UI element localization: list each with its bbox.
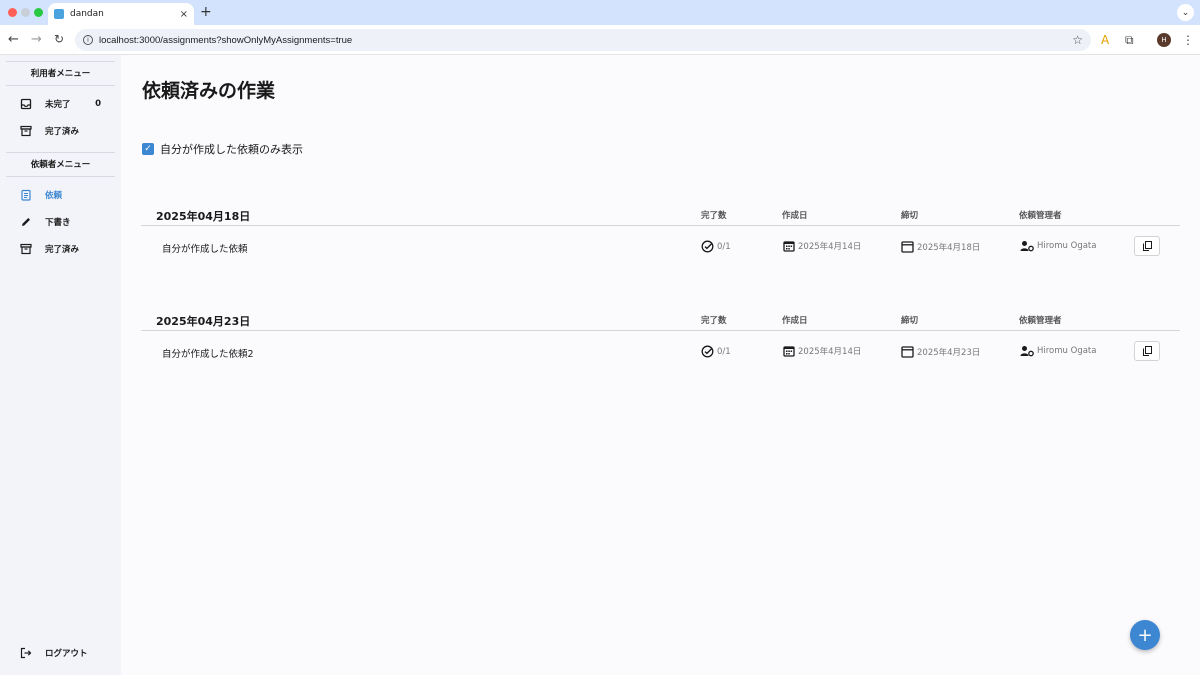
tab-close-button[interactable]: ×	[180, 9, 188, 20]
sidebar-item-incomplete[interactable]: 未完了 0	[0, 90, 121, 117]
inbox-icon	[20, 98, 32, 110]
copy-button[interactable]	[1134, 341, 1160, 361]
tab-search-chevron-icon[interactable]: ⌄	[1177, 4, 1194, 21]
calendar-icon	[783, 346, 795, 357]
column-completed: 完了数	[701, 316, 727, 326]
completed-count: 0/1	[717, 241, 731, 252]
filter-checkbox[interactable]: ✓	[142, 143, 154, 155]
browser-toolbar: ← → ↻ i localhost:3000/assignments?showO…	[0, 25, 1200, 55]
created-cell: 2025年4月14日	[783, 345, 861, 357]
new-tab-button[interactable]: +	[200, 4, 212, 20]
browser-tab[interactable]: dandan ×	[48, 3, 194, 25]
sidebar-item-drafts[interactable]: 下書き	[0, 208, 121, 235]
column-manager: 依頼管理者	[1019, 316, 1062, 326]
manager-name: Hiromu Ogata	[1037, 346, 1097, 356]
archive-icon	[20, 125, 32, 137]
filter-label: 自分が作成した依頼のみ表示	[160, 143, 303, 156]
pencil-icon	[20, 216, 32, 228]
archive-icon	[20, 243, 32, 255]
sidebar-item-requests[interactable]: 依頼	[0, 181, 121, 208]
deadline-group: 2025年04月18日 完了数 作成日 締切 依頼管理者 自分が作成した依頼 0…	[141, 206, 1180, 266]
group-header: 2025年04月23日 完了数 作成日 締切 依頼管理者	[141, 311, 1180, 331]
my-requests-filter[interactable]: ✓ 自分が作成した依頼のみ表示	[142, 141, 303, 157]
page-title: 依頼済みの作業	[142, 80, 276, 102]
column-completed: 完了数	[701, 211, 727, 221]
extensions-puzzle-icon[interactable]: ⧉	[1125, 33, 1134, 48]
back-arrow-icon[interactable]: ←	[8, 32, 19, 47]
calendar-icon	[783, 241, 795, 252]
deadline-group: 2025年04月23日 完了数 作成日 締切 依頼管理者 自分が作成した依頼2 …	[141, 311, 1180, 371]
manage-accounts-icon	[1020, 241, 1034, 252]
sidebar: 利用者メニュー 未完了 0 完了済み 依頼者メニュー 依頼 下書き 完了済み ロ…	[0, 55, 121, 675]
favicon-icon	[54, 9, 64, 19]
manage-accounts-icon	[1020, 346, 1034, 357]
requester-menu-header: 依頼者メニュー	[6, 153, 115, 177]
column-manager: 依頼管理者	[1019, 211, 1062, 221]
completed-cell: 0/1	[701, 345, 731, 358]
created-date: 2025年4月14日	[798, 242, 862, 252]
add-request-button[interactable]: +	[1130, 620, 1160, 650]
sidebar-item-label: 依頼	[45, 190, 63, 201]
table-row[interactable]: 自分が作成した依頼 0/1 2025年4月14日 2025年4月18日 Hiro…	[141, 226, 1180, 266]
logout-button[interactable]: ログアウト	[0, 639, 121, 666]
sidebar-item-label: 下書き	[45, 217, 71, 228]
check-circle-icon	[701, 240, 714, 253]
tab-title: dandan	[70, 9, 104, 19]
completed-cell: 0/1	[701, 240, 731, 253]
table-row[interactable]: 自分が作成した依頼2 0/1 2025年4月14日 2025年4月23日 Hir…	[141, 331, 1180, 371]
column-created: 作成日	[782, 316, 808, 326]
created-cell: 2025年4月14日	[783, 240, 861, 252]
manager-cell: Hiromu Ogata	[1020, 240, 1096, 252]
bookmark-star-icon[interactable]: ☆	[1072, 33, 1083, 47]
window-close-button[interactable]	[8, 8, 17, 17]
calendar-outline-icon	[901, 241, 914, 253]
created-date: 2025年4月14日	[798, 347, 862, 357]
completed-count: 0/1	[717, 346, 731, 357]
check-circle-icon	[701, 345, 714, 358]
group-date: 2025年04月18日	[156, 210, 251, 223]
calendar-outline-icon	[901, 346, 914, 358]
group-header: 2025年04月18日 完了数 作成日 締切 依頼管理者	[141, 206, 1180, 226]
window-maximize-button[interactable]	[34, 8, 43, 17]
extension-a-icon[interactable]: A	[1101, 33, 1109, 47]
sidebar-item-label: 完了済み	[45, 126, 80, 137]
manager-cell: Hiromu Ogata	[1020, 345, 1096, 357]
deadline-date: 2025年4月18日	[917, 242, 981, 253]
main-content: 依頼済みの作業 ✓ 自分が作成した依頼のみ表示 2025年04月18日 完了数 …	[121, 55, 1200, 675]
user-menu-header: 利用者メニュー	[6, 62, 115, 86]
request-title[interactable]: 自分が作成した依頼	[162, 241, 248, 255]
logout-label: ログアウト	[45, 648, 88, 659]
clipboard-icon	[20, 189, 32, 201]
logout-icon	[20, 647, 32, 659]
copy-button[interactable]	[1134, 236, 1160, 256]
deadline-cell: 2025年4月18日	[901, 240, 980, 253]
column-created: 作成日	[782, 211, 808, 221]
incomplete-count-badge: 0	[95, 98, 101, 109]
address-bar[interactable]: i localhost:3000/assignments?showOnlyMyA…	[75, 29, 1091, 51]
sidebar-item-label: 未完了	[45, 99, 71, 110]
browser-tabstrip: dandan × + ⌄	[0, 0, 1200, 25]
sidebar-item-requester-completed[interactable]: 完了済み	[0, 235, 121, 262]
url-text[interactable]: localhost:3000/assignments?showOnlyMyAss…	[99, 35, 1072, 46]
reload-icon[interactable]: ↻	[54, 32, 64, 46]
sidebar-item-label: 完了済み	[45, 244, 80, 255]
copy-icon	[1142, 241, 1152, 251]
profile-avatar[interactable]: H	[1157, 33, 1171, 47]
browser-menu-icon[interactable]: ⋮	[1182, 33, 1194, 47]
deadline-cell: 2025年4月23日	[901, 345, 980, 358]
request-title[interactable]: 自分が作成した依頼2	[162, 346, 254, 360]
forward-arrow-icon[interactable]: →	[31, 32, 42, 47]
deadline-date: 2025年4月23日	[917, 347, 981, 358]
site-info-icon[interactable]: i	[83, 35, 93, 45]
plus-icon: +	[1137, 624, 1153, 646]
sidebar-item-user-completed[interactable]: 完了済み	[0, 117, 121, 144]
group-date: 2025年04月23日	[156, 315, 251, 328]
copy-icon	[1142, 346, 1152, 356]
window-minimize-button[interactable]	[21, 8, 30, 17]
column-deadline: 締切	[901, 316, 919, 326]
manager-name: Hiromu Ogata	[1037, 241, 1097, 251]
column-deadline: 締切	[901, 211, 919, 221]
